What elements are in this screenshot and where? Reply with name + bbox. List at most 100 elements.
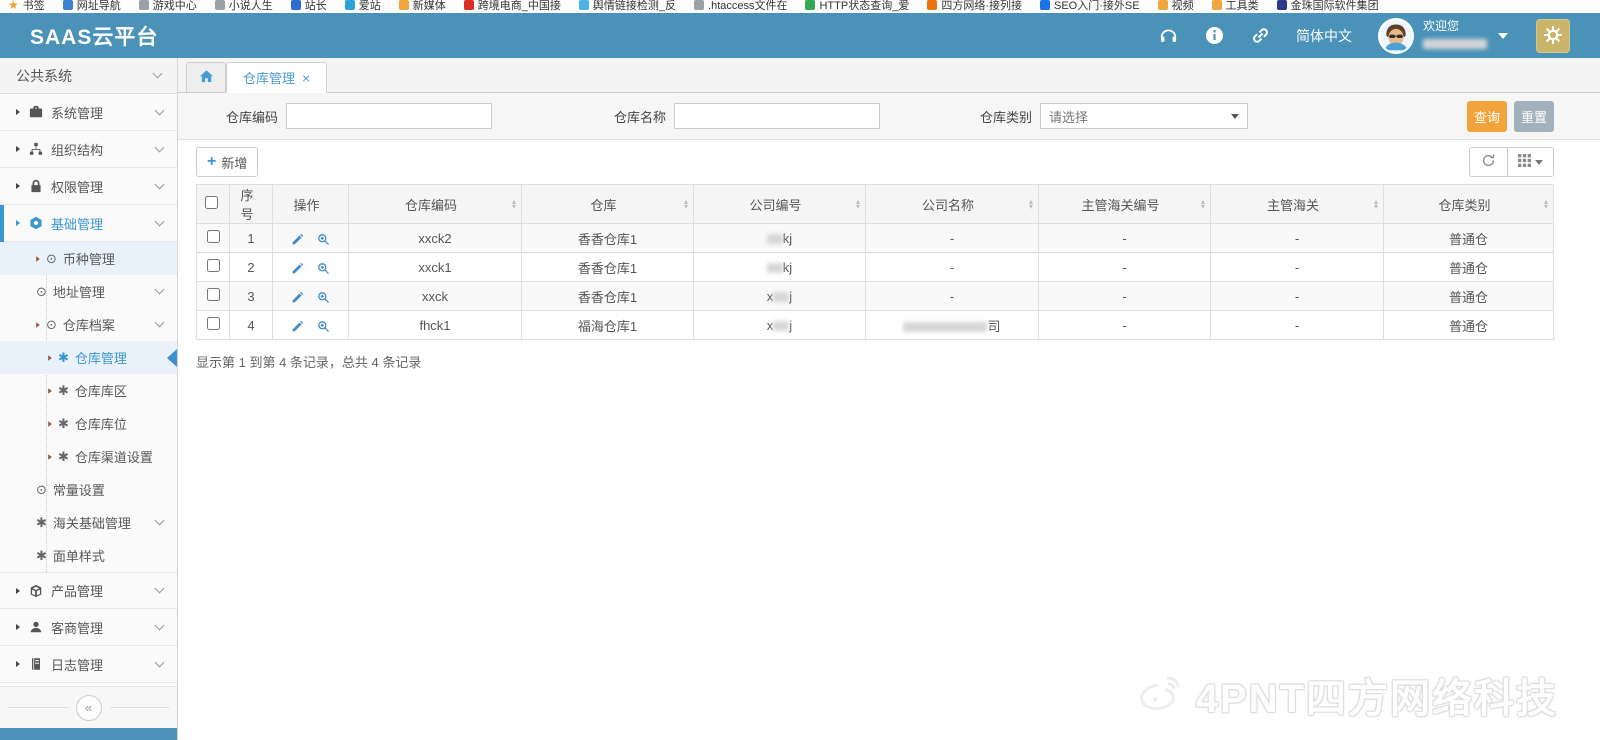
sort-icon[interactable]: ▴▾ xyxy=(1374,199,1378,209)
bookmark-item[interactable]: 新媒体 xyxy=(399,0,446,13)
chevron-down-icon xyxy=(155,584,165,594)
col-customs[interactable]: 主管海关▴▾ xyxy=(1211,185,1384,224)
col-company-name[interactable]: 公司名称▴▾ xyxy=(866,185,1039,224)
tab-warehouse-mgmt[interactable]: 仓库管理 × xyxy=(226,62,327,93)
chevron-down-icon xyxy=(155,105,165,115)
col-company-no[interactable]: 公司编号▴▾ xyxy=(694,185,866,224)
triangle-right-icon xyxy=(16,109,20,115)
edit-pencil-icon[interactable] xyxy=(291,233,304,246)
sidebar-item-permission-mgmt[interactable]: 权限管理 xyxy=(0,168,177,205)
bookmark-item[interactable]: 工具类 xyxy=(1212,0,1259,13)
sort-icon[interactable]: ▴▾ xyxy=(512,199,516,209)
reset-button[interactable]: 重置 xyxy=(1514,101,1554,132)
bookmark-item[interactable]: 金珠国际软件集团 xyxy=(1277,0,1379,13)
sidebar-item-product-mgmt[interactable]: 产品管理 xyxy=(0,572,177,609)
add-button[interactable]: + 新增 xyxy=(196,147,258,177)
row-checkbox[interactable] xyxy=(207,288,220,301)
bookmark-item[interactable]: HTTP状态查询_爱 xyxy=(805,0,909,13)
sidebar-item-constant-settings[interactable]: ⊙ 常量设置 xyxy=(0,473,177,506)
view-zoom-icon[interactable] xyxy=(317,262,330,275)
bookmark-item[interactable]: 站长 xyxy=(291,0,327,13)
bookmark-item[interactable]: SEO入门·接外SE xyxy=(1040,0,1140,13)
sidebar-item-label: 仓库档案 xyxy=(63,315,115,334)
sidebar-item-system-mgmt[interactable]: 系统管理 xyxy=(0,94,177,131)
warehouse-code-input[interactable] xyxy=(286,103,492,129)
favicon xyxy=(579,0,589,10)
bookmark-item[interactable]: 视频 xyxy=(1158,0,1194,13)
sidebar-item-warehouse-channel[interactable]: ✱ 仓库渠道设置 xyxy=(0,440,177,473)
sidebar-item-basic-mgmt[interactable]: 基础管理 xyxy=(0,205,177,242)
columns-button[interactable] xyxy=(1507,148,1553,176)
sidebar-item-log-mgmt[interactable]: 日志管理 xyxy=(0,646,177,683)
triangle-right-icon xyxy=(48,454,52,459)
tab-close-icon[interactable]: × xyxy=(302,70,310,86)
sort-icon[interactable]: ▴▾ xyxy=(856,199,860,209)
edit-pencil-icon[interactable] xyxy=(291,320,304,333)
sidebar-item-warehouse-zone[interactable]: ✱ 仓库库区 xyxy=(0,374,177,407)
bookmark-item[interactable]: ★书签 xyxy=(8,0,45,13)
language-switcher[interactable]: 简体中文 xyxy=(1296,26,1352,46)
add-button-label: 新增 xyxy=(221,153,247,172)
sort-icon[interactable]: ▴▾ xyxy=(1201,199,1205,209)
col-warehouse[interactable]: 仓库▴▾ xyxy=(522,185,694,224)
bookmark-item[interactable]: 舆情链接检测_反 xyxy=(579,0,676,13)
tab-home[interactable] xyxy=(186,62,226,92)
chevron-down-icon xyxy=(155,285,165,295)
cell-index: 3 xyxy=(230,282,273,311)
bookmark-item[interactable]: 小说人生 xyxy=(215,0,273,13)
cell-company-no: xj xyxy=(694,311,866,340)
sort-icon[interactable]: ▴▾ xyxy=(1544,199,1548,209)
sidebar-item-waybill-style[interactable]: ✱ 面单样式 xyxy=(0,539,177,572)
user-menu[interactable]: 欢迎您 xyxy=(1378,18,1508,54)
chevron-down-icon xyxy=(155,179,165,189)
bookmark-item[interactable]: 四方网络·接列接 xyxy=(927,0,1022,13)
tab-label: 仓库管理 xyxy=(243,68,295,87)
sidebar-system-selector[interactable]: 公共系统 xyxy=(0,58,177,94)
warehouse-name-input[interactable] xyxy=(674,103,880,129)
sidebar-item-warehouse-mgmt[interactable]: ✱ 仓库管理 xyxy=(0,341,177,374)
edit-pencil-icon[interactable] xyxy=(291,291,304,304)
redacted-text xyxy=(767,234,783,244)
warehouse-type-select[interactable]: 请选择 xyxy=(1040,103,1248,129)
info-icon[interactable] xyxy=(1204,26,1224,46)
bookmark-item[interactable]: 网址导航 xyxy=(63,0,121,13)
bookmark-item[interactable]: 爱站 xyxy=(345,0,381,13)
edit-pencil-icon[interactable] xyxy=(291,262,304,275)
favicon xyxy=(464,0,474,10)
select-all-header xyxy=(197,185,230,224)
settings-gear-button[interactable] xyxy=(1536,19,1570,53)
view-zoom-icon[interactable] xyxy=(317,291,330,304)
sidebar-collapse-button[interactable]: « xyxy=(76,695,102,721)
col-warehouse-code[interactable]: 仓库编码▴▾ xyxy=(349,185,522,224)
sidebar-item-customer-mgmt[interactable]: 客商管理 xyxy=(0,609,177,646)
col-customs-no[interactable]: 主管海关编号▴▾ xyxy=(1039,185,1211,224)
sidebar-item-address-mgmt[interactable]: ⊙ 地址管理 xyxy=(0,275,177,308)
query-button[interactable]: 查询 xyxy=(1467,101,1507,132)
sidebar-item-customs-basic-mgmt[interactable]: ✱ 海关基础管理 xyxy=(0,506,177,539)
col-warehouse-type[interactable]: 仓库类别▴▾ xyxy=(1384,185,1554,224)
view-zoom-icon[interactable] xyxy=(317,320,330,333)
warehouse-name-label: 仓库名称 xyxy=(584,107,666,126)
select-all-checkbox[interactable] xyxy=(205,196,218,209)
sidebar-item-org-structure[interactable]: 组织结构 xyxy=(0,131,177,168)
cell-customs: - xyxy=(1211,311,1384,340)
sidebar-item-label: 仓库库区 xyxy=(75,381,127,400)
row-checkbox[interactable] xyxy=(207,259,220,272)
view-zoom-icon[interactable] xyxy=(317,233,330,246)
sidebar-item-currency-mgmt[interactable]: ⊙ 币种管理 xyxy=(0,242,177,275)
favicon xyxy=(694,0,704,10)
sort-icon[interactable]: ▴▾ xyxy=(1029,199,1033,209)
link-icon[interactable] xyxy=(1250,26,1270,46)
sidebar-item-warehouse-location[interactable]: ✱ 仓库库位 xyxy=(0,407,177,440)
avatar[interactable] xyxy=(1378,18,1414,54)
headset-icon[interactable] xyxy=(1158,26,1178,46)
refresh-button[interactable] xyxy=(1470,148,1507,176)
bookmark-item[interactable]: .htaccess文件在 xyxy=(694,0,787,13)
row-checkbox[interactable] xyxy=(207,317,220,330)
sort-icon[interactable]: ▴▾ xyxy=(684,199,688,209)
lock-icon xyxy=(28,179,43,194)
bookmark-item[interactable]: 跨境电商_中国接 xyxy=(464,0,561,13)
row-checkbox[interactable] xyxy=(207,230,220,243)
sidebar-item-warehouse-archive[interactable]: ⊙ 仓库档案 xyxy=(0,308,177,341)
bookmark-item[interactable]: 游戏中心 xyxy=(139,0,197,13)
